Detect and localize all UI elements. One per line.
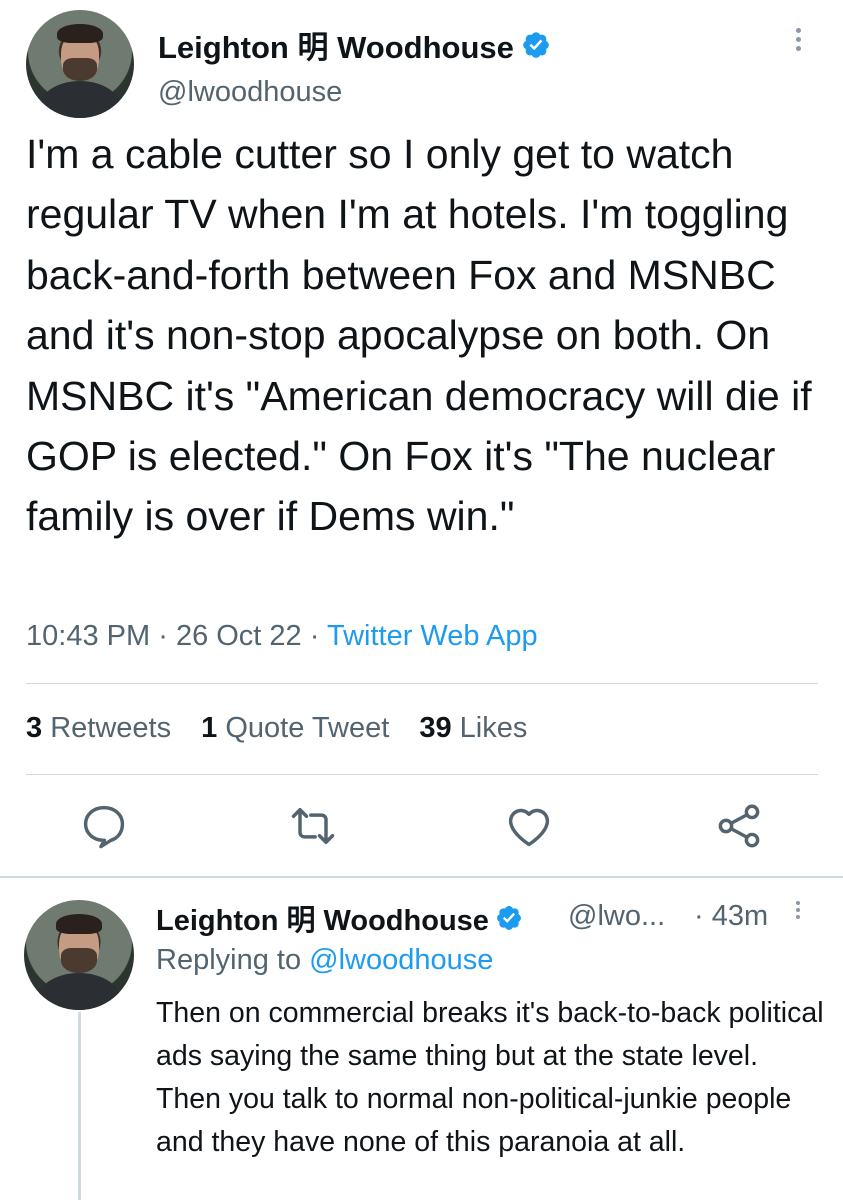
replying-to-handle[interactable]: @lwoodhouse [309, 944, 493, 976]
author-avatar[interactable] [26, 10, 134, 118]
engagement-stats: 3 Retweets 1 Quote Tweet 39 Likes [26, 712, 549, 745]
divider [26, 774, 818, 775]
divider [26, 683, 818, 684]
quotes-count: 1 [201, 712, 218, 744]
retweets-count: 3 [26, 712, 43, 744]
retweets-stat[interactable]: 3 Retweets [26, 712, 171, 744]
author-name-row[interactable]: Leighton 明 Woodhouse [158, 22, 551, 67]
quotes-stat[interactable]: 1 Quote Tweet [201, 712, 389, 744]
tweet-time[interactable]: 10:43 PM [26, 620, 150, 652]
replying-label: Replying to [156, 944, 302, 976]
tweet-date[interactable]: 26 Oct 22 [176, 620, 302, 652]
meta-separator: · [158, 620, 168, 652]
thread-line [78, 1012, 81, 1200]
reply-author-name[interactable]: Leighton 明 Woodhouse [156, 897, 489, 939]
avatar-hair [57, 24, 103, 44]
share-icon[interactable] [713, 800, 765, 852]
likes-label: Likes [459, 712, 528, 744]
verified-badge-icon [496, 906, 521, 930]
avatar-body [37, 972, 121, 1010]
reply-text: Then on commercial breaks it's back-to-b… [156, 997, 824, 1158]
author-handle[interactable]: @lwoodhouse [158, 76, 342, 109]
tweet-text: I'm a cable cutter so I only get to watc… [26, 131, 812, 540]
tweet-meta: 10:43 PM · 26 Oct 22 · Twitter Web App [26, 620, 538, 653]
more-options-icon[interactable] [796, 898, 800, 922]
avatar-beard [62, 57, 98, 82]
reply-timestamp[interactable]: · 43m [694, 900, 768, 933]
meta-separator: · [309, 620, 320, 652]
avatar-beard [61, 948, 97, 973]
quotes-label: Quote Tweet [225, 712, 390, 744]
verified-badge-icon [523, 31, 549, 58]
reply-author-name-row[interactable]: Leighton 明 Woodhouse [156, 897, 523, 939]
avatar-body [38, 81, 122, 118]
reply-icon[interactable] [78, 800, 130, 852]
retweets-label: Retweets [50, 712, 172, 744]
likes-count: 39 [419, 712, 452, 744]
more-options-icon[interactable] [796, 24, 801, 55]
likes-stat[interactable]: 39 Likes [419, 712, 527, 744]
author-name[interactable]: Leighton 明 Woodhouse [158, 22, 514, 67]
avatar-hair [55, 914, 103, 935]
replying-to: Replying to @lwoodhouse [156, 944, 493, 977]
reply-author-handle[interactable]: @lwo... [568, 900, 665, 933]
like-icon[interactable] [503, 800, 555, 852]
tweet-source-app[interactable]: Twitter Web App [327, 620, 538, 652]
retweet-icon[interactable] [287, 800, 339, 852]
tweet-separator [0, 876, 843, 878]
reply-author-avatar[interactable] [24, 900, 134, 1010]
